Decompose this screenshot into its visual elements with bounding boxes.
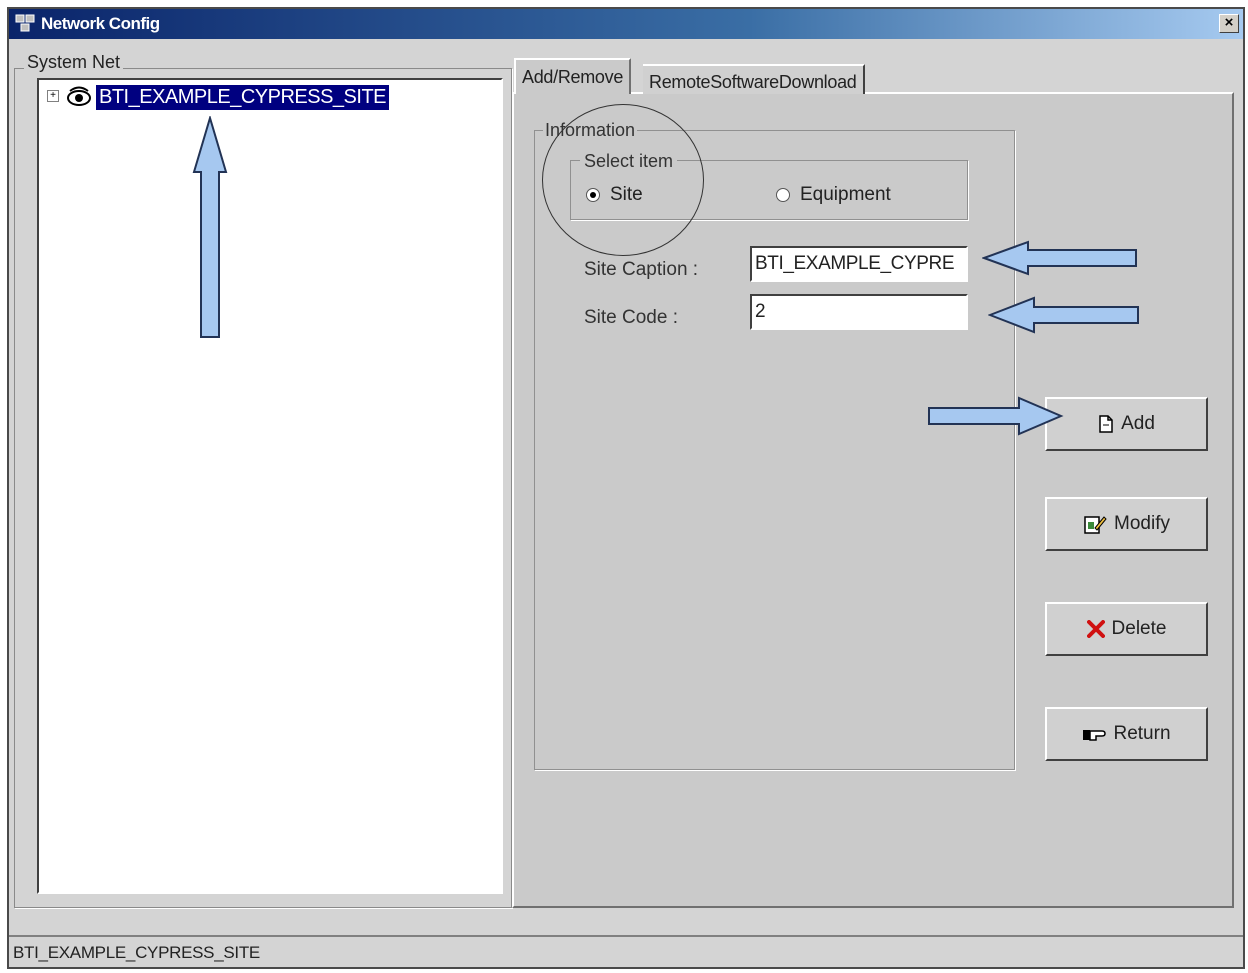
system-net-label: System Net xyxy=(24,52,124,73)
site-code-input[interactable] xyxy=(750,294,968,330)
network-app-icon xyxy=(15,14,35,32)
radio-equipment-label: Equipment xyxy=(800,184,891,205)
radio-site[interactable]: Site xyxy=(586,184,643,206)
return-button-label: Return xyxy=(1113,723,1171,744)
delete-x-icon xyxy=(1086,620,1105,638)
modify-button[interactable]: Modify xyxy=(1045,497,1208,551)
add-button-label: Add xyxy=(1121,413,1155,434)
modify-button-label: Modify xyxy=(1114,513,1170,534)
return-hand-icon xyxy=(1083,730,1107,741)
window-title: Network Config xyxy=(41,14,160,33)
tree-expand-toggle[interactable]: + xyxy=(47,90,59,102)
status-text: BTI_EXAMPLE_CYPRESS_SITE xyxy=(13,943,260,962)
information-label: Information xyxy=(543,120,638,141)
return-button[interactable]: Return xyxy=(1045,707,1208,761)
radio-equipment[interactable]: Equipment xyxy=(776,184,891,206)
site-caption-input[interactable] xyxy=(750,246,968,282)
radio-equipment-indicator[interactable] xyxy=(776,188,790,202)
status-bar: BTI_EXAMPLE_CYPRESS_SITE xyxy=(9,935,1243,967)
delete-button[interactable]: Delete xyxy=(1045,602,1208,656)
radio-site-label: Site xyxy=(610,184,643,205)
edit-icon xyxy=(1084,516,1107,534)
tab-remote-software-download[interactable]: RemoteSoftwareDownload xyxy=(643,64,865,94)
site-caption-label: Site Caption : xyxy=(584,259,699,280)
document-icon xyxy=(1099,415,1113,433)
delete-button-label: Delete xyxy=(1111,618,1167,639)
tab-add-remove[interactable]: Add/Remove xyxy=(514,58,632,94)
information-group xyxy=(534,130,1015,770)
select-item-label: Select item xyxy=(580,151,678,172)
system-net-tree[interactable]: + BTI_EXAMPLE_CYPRESS_SITE xyxy=(37,78,503,894)
site-code-label: Site Code : xyxy=(584,307,678,328)
title-bar[interactable]: Network Config × xyxy=(9,9,1243,39)
tree-node-site[interactable]: BTI_EXAMPLE_CYPRESS_SITE xyxy=(96,85,390,110)
eye-icon xyxy=(67,86,91,106)
add-button[interactable]: Add xyxy=(1045,397,1208,451)
radio-site-indicator[interactable] xyxy=(586,188,600,202)
close-button[interactable]: × xyxy=(1219,14,1239,33)
